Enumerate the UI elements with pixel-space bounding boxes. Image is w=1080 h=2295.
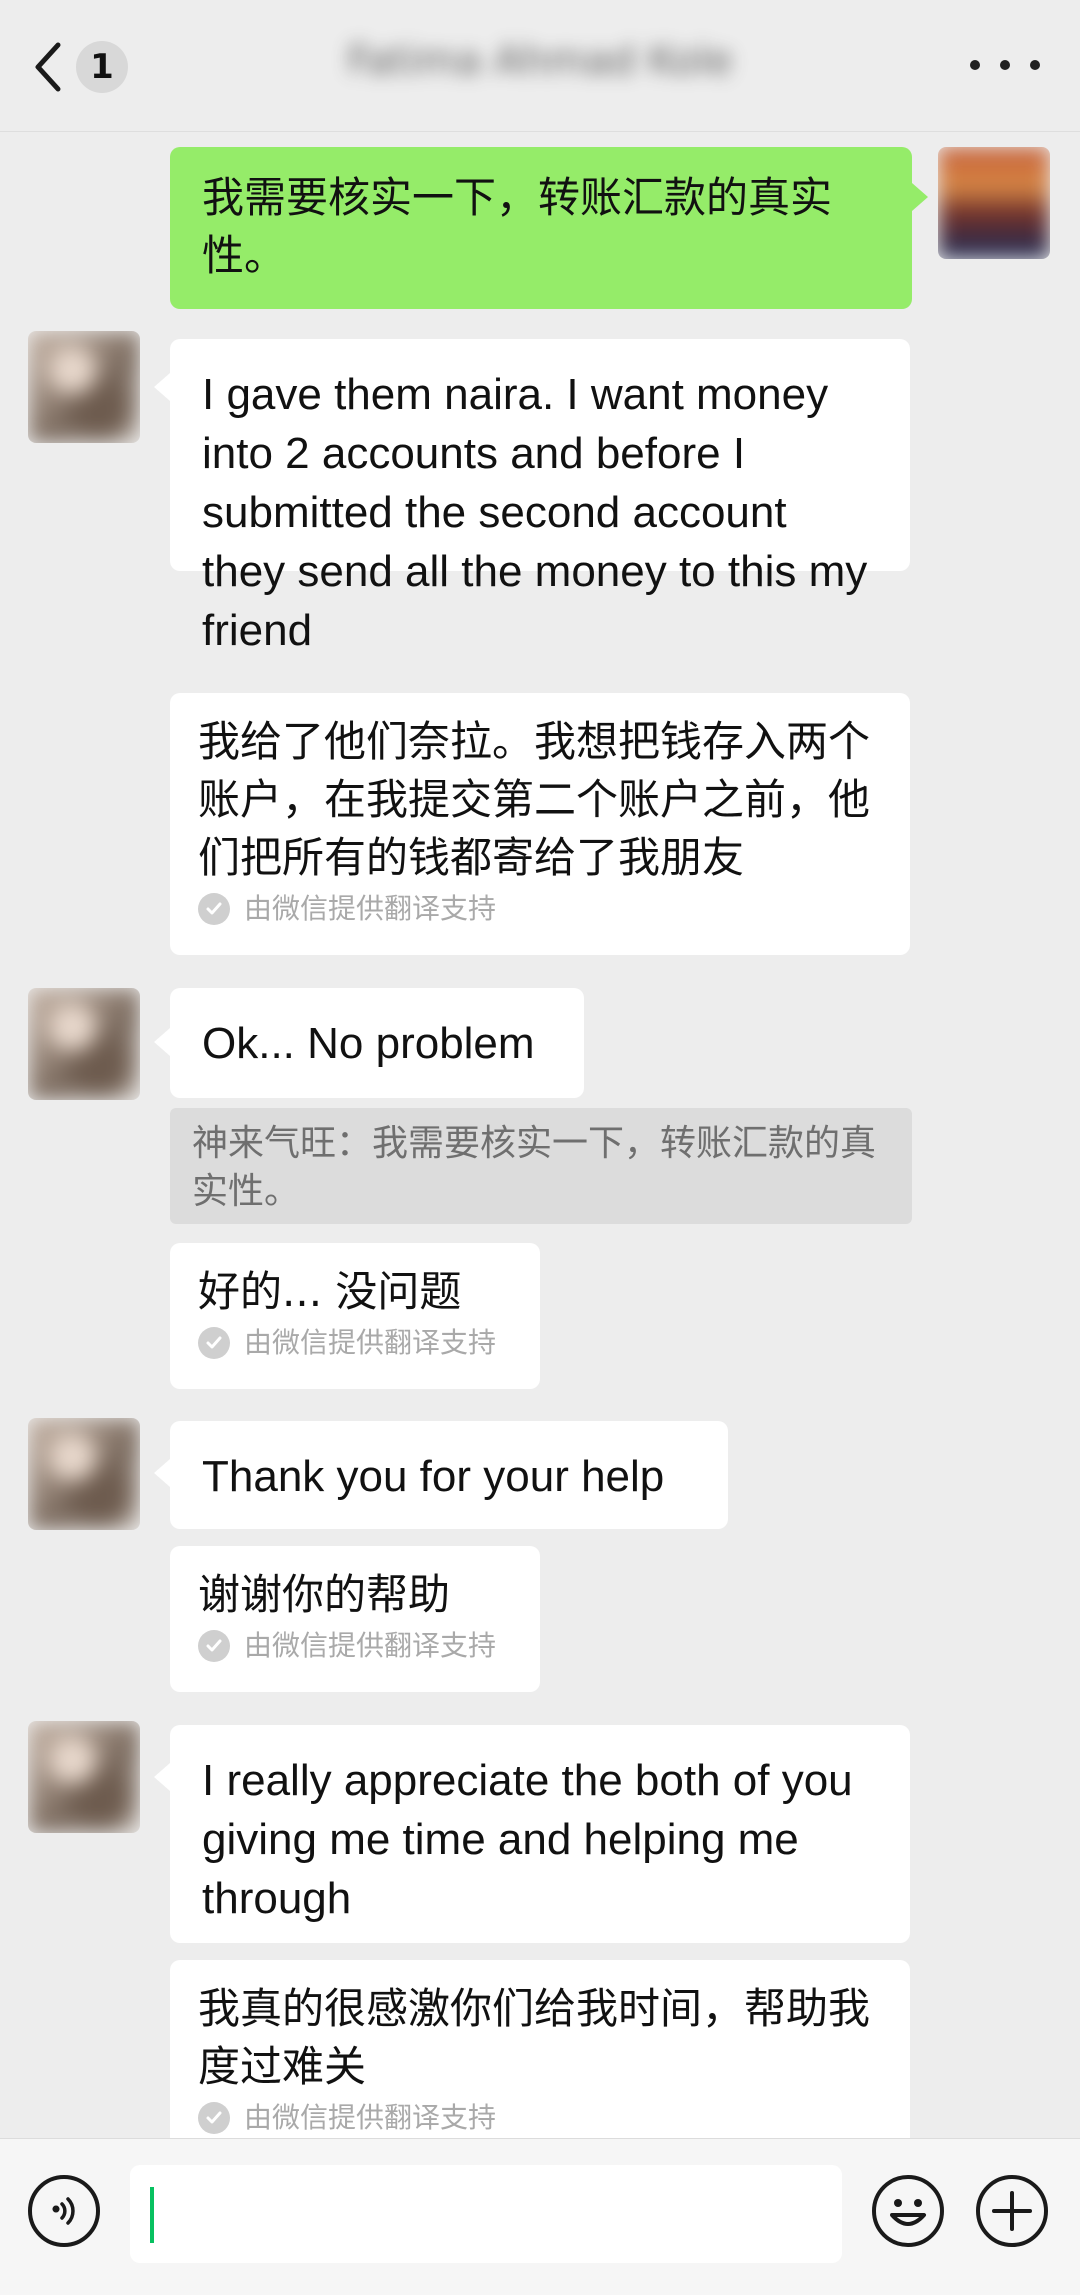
- chat-screen: 1 Fatima Ahmad Kole 我需要核实一下，转账汇款的真实性。 I …: [0, 0, 1080, 2295]
- emoji-button[interactable]: [872, 2175, 944, 2247]
- chat-title: Fatima Ahmad Kole: [347, 38, 733, 84]
- translation-bubble[interactable]: 谢谢你的帮助 由微信提供翻译支持: [170, 1546, 540, 1692]
- more-dot: [1030, 60, 1040, 70]
- peer-avatar[interactable]: [28, 331, 140, 443]
- message-text: 我需要核实一下，转账汇款的真实性。: [202, 173, 833, 280]
- translation-bubble[interactable]: 好的... 没问题 由微信提供翻译支持: [170, 1243, 540, 1389]
- check-icon: [198, 1327, 230, 1359]
- more-actions-button[interactable]: [976, 2175, 1048, 2247]
- more-dot: [1000, 60, 1010, 70]
- emoji-icon: [890, 2199, 926, 2226]
- message-input[interactable]: [130, 2165, 842, 2263]
- translation-credit-text: 由微信提供翻译支持: [244, 2101, 497, 2134]
- check-icon: [198, 2102, 230, 2134]
- translation-credit: 由微信提供翻译支持: [198, 2100, 880, 2136]
- chevron-left-icon: [35, 42, 61, 92]
- peer-message-bubble[interactable]: Ok... No problem: [170, 988, 584, 1098]
- peer-avatar[interactable]: [28, 988, 140, 1100]
- translation-bubble[interactable]: 我真的很感激你们给我时间，帮助我度过难关 由微信提供翻译支持: [170, 1960, 910, 2138]
- message-text: Thank you for your help: [202, 1452, 665, 1501]
- translated-text: 谢谢你的帮助: [198, 1570, 451, 1619]
- translated-text: 好的... 没问题: [198, 1267, 462, 1316]
- translated-text: 我给了他们奈拉。我想把钱存入两个账户，在我提交第二个账户之前，他们把所有的钱都寄…: [198, 717, 871, 882]
- own-message-bubble[interactable]: 我需要核实一下，转账汇款的真实性。: [170, 147, 912, 309]
- chat-header: 1 Fatima Ahmad Kole: [0, 0, 1080, 132]
- translation-credit-text: 由微信提供翻译支持: [244, 1629, 497, 1662]
- voice-button[interactable]: [28, 2175, 100, 2247]
- translated-text: 我真的很感激你们给我时间，帮助我度过难关: [198, 1984, 871, 2091]
- message-text: Ok... No problem: [202, 1019, 535, 1068]
- peer-avatar[interactable]: [28, 1721, 140, 1833]
- voice-icon: [52, 2197, 75, 2225]
- translation-credit: 由微信提供翻译支持: [198, 891, 880, 927]
- peer-avatar[interactable]: [28, 1418, 140, 1530]
- message-text: I gave them naira. I want money into 2 a…: [202, 370, 868, 655]
- peer-message-bubble[interactable]: Thank you for your help: [170, 1421, 728, 1529]
- back-button[interactable]: 1: [28, 32, 158, 102]
- translation-bubble[interactable]: 我给了他们奈拉。我想把钱存入两个账户，在我提交第二个账户之前，他们把所有的钱都寄…: [170, 693, 910, 955]
- more-options-button[interactable]: [970, 50, 1040, 80]
- text-caret: [150, 2187, 154, 2243]
- translation-credit-text: 由微信提供翻译支持: [244, 892, 497, 925]
- message-text: I really appreciate the both of you givi…: [202, 1756, 853, 1923]
- translation-credit: 由微信提供翻译支持: [198, 1628, 510, 1664]
- unread-count-badge: 1: [76, 41, 128, 93]
- quoted-text: 神来气旺：我需要核实一下，转账汇款的真实性。: [192, 1123, 877, 1212]
- check-icon: [198, 1630, 230, 1662]
- own-avatar[interactable]: [938, 147, 1050, 259]
- plus-icon: [992, 2191, 1032, 2231]
- translation-credit-text: 由微信提供翻译支持: [244, 1326, 497, 1359]
- check-icon: [198, 893, 230, 925]
- more-dots-icon: [970, 60, 980, 70]
- peer-message-bubble[interactable]: I gave them naira. I want money into 2 a…: [170, 339, 910, 655]
- translation-credit: 由微信提供翻译支持: [198, 1325, 510, 1361]
- message-list[interactable]: 我需要核实一下，转账汇款的真实性。 I gave them naira. I w…: [0, 133, 1080, 2138]
- input-toolbar: [0, 2138, 1080, 2295]
- quoted-message[interactable]: 神来气旺：我需要核实一下，转账汇款的真实性。: [170, 1108, 912, 1224]
- peer-message-bubble[interactable]: I really appreciate the both of you givi…: [170, 1725, 910, 1943]
